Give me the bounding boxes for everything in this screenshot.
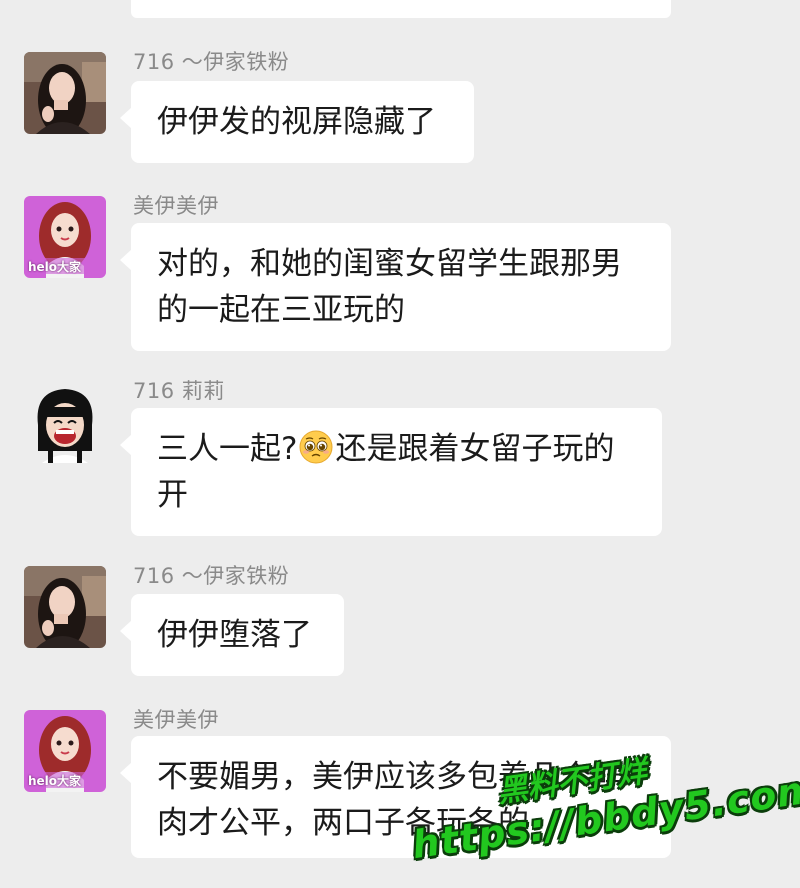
message-text-line: 三人一起? 还是跟着女留子玩的: [157, 426, 636, 472]
message-text-line: 不要媚男，美伊应该多包养几个鲜: [157, 759, 622, 795]
cartoon-girl-avatar[interactable]: helo大家: [24, 710, 106, 792]
message-text: 三人一起?: [157, 431, 298, 467]
message-bubble[interactable]: 伊伊发的视屏隐藏了: [120, 81, 474, 163]
message-text-line: 对的，和她的闺蜜女留学生跟那男: [157, 246, 622, 282]
message-text: 伊伊发的视屏隐藏了: [157, 104, 436, 140]
pleading-face-emoji: [299, 430, 333, 464]
message-text-line: 开: [157, 477, 188, 513]
cartoon-girl-avatar[interactable]: helo大家: [24, 196, 106, 278]
message-bubble[interactable]: 不要媚男，美伊应该多包养几个鲜 肉才公平，两口子各玩各的: [120, 736, 671, 858]
sender-name: 716 莉莉: [133, 379, 225, 403]
message-bubble[interactable]: 伊伊堕落了: [120, 594, 344, 676]
sender-name: 716 ～伊家铁粉: [133, 564, 290, 588]
sender-name: 716 ～伊家铁粉: [133, 50, 290, 74]
sender-name: 美伊美伊: [133, 708, 219, 732]
chat-view: 716 ～伊家铁粉 伊伊发的视屏隐藏了 helo大家 美伊美伊 对的，和她的闺蜜…: [0, 0, 800, 888]
message-text: 还是跟着女留子玩的: [335, 431, 615, 467]
avatar-label: helo大家: [28, 774, 82, 788]
cartoon-laughing-avatar[interactable]: [24, 381, 106, 463]
message-text-line: 的一起在三亚玩的: [157, 292, 405, 328]
previous-message-bubble[interactable]: [131, 0, 671, 18]
girl-photo-avatar[interactable]: [24, 566, 106, 648]
sender-name: 美伊美伊: [133, 194, 219, 218]
message-text: 伊伊堕落了: [157, 617, 312, 653]
message-bubble[interactable]: 三人一起? 还是跟着女留子玩的 开: [120, 408, 662, 536]
avatar-label: helo大家: [28, 260, 82, 274]
message-text-line: 肉才公平，两口子各玩各的: [157, 805, 529, 841]
message-bubble[interactable]: 对的，和她的闺蜜女留学生跟那男 的一起在三亚玩的: [120, 223, 671, 351]
girl-photo-avatar[interactable]: [24, 52, 106, 134]
